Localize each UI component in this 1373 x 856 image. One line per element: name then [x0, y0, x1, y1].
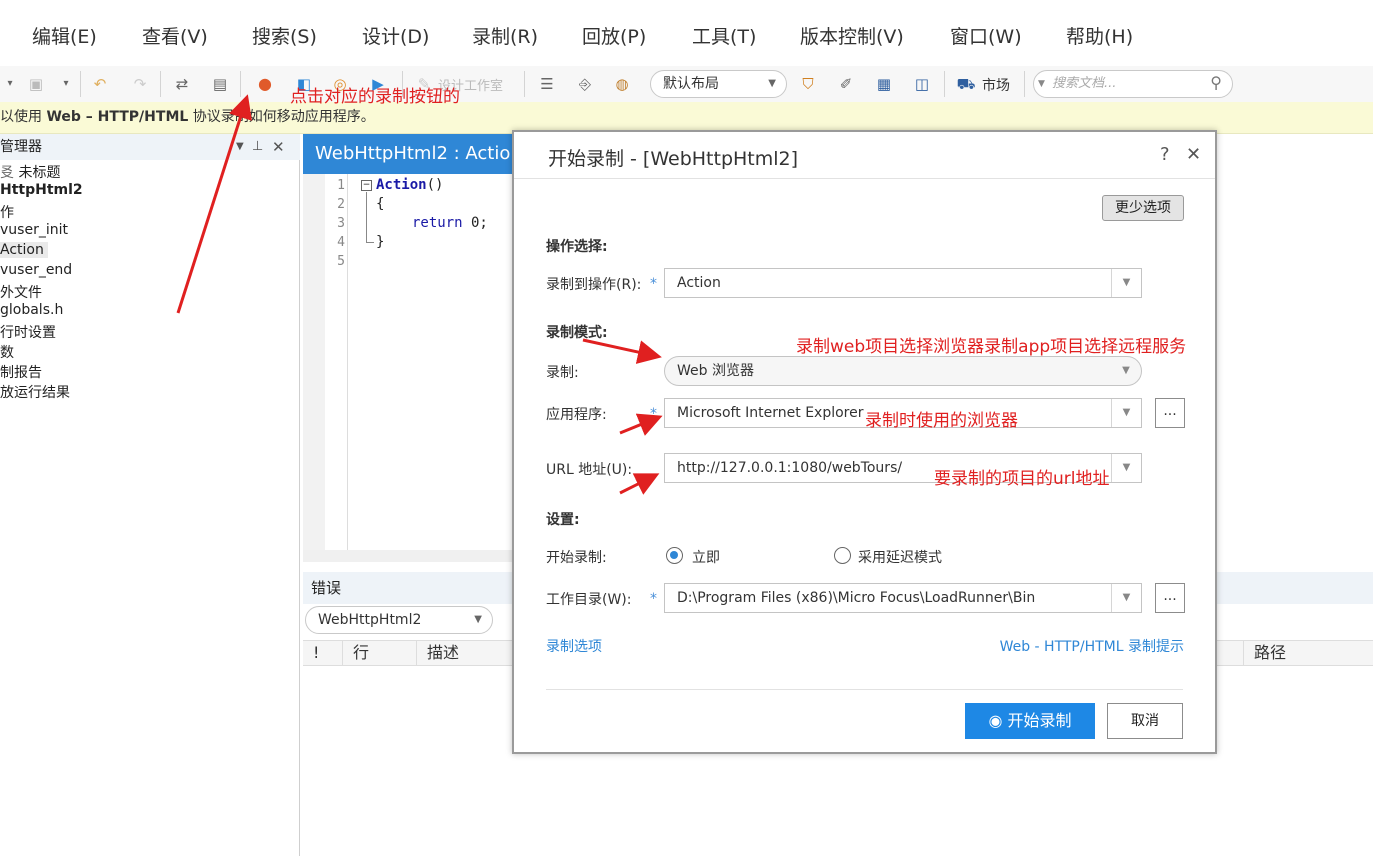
annotation-url: 要录制的项目的url地址: [934, 469, 1110, 489]
annotation-arrow-record: [176, 94, 252, 314]
annotation-arrows: [176, 94, 663, 495]
annotation-arrow-browser: [619, 413, 663, 436]
annotation-arrow-url: [619, 473, 660, 495]
annotation-record-mode: 录制web项目选择浏览器录制app项目选择远程服务: [796, 337, 1187, 357]
annotation-record-button: 点击对应的录制按钮的: [290, 87, 460, 107]
annotation-arrow-mode: [582, 338, 662, 364]
annotation-browser: 录制时使用的浏览器: [865, 411, 1018, 431]
